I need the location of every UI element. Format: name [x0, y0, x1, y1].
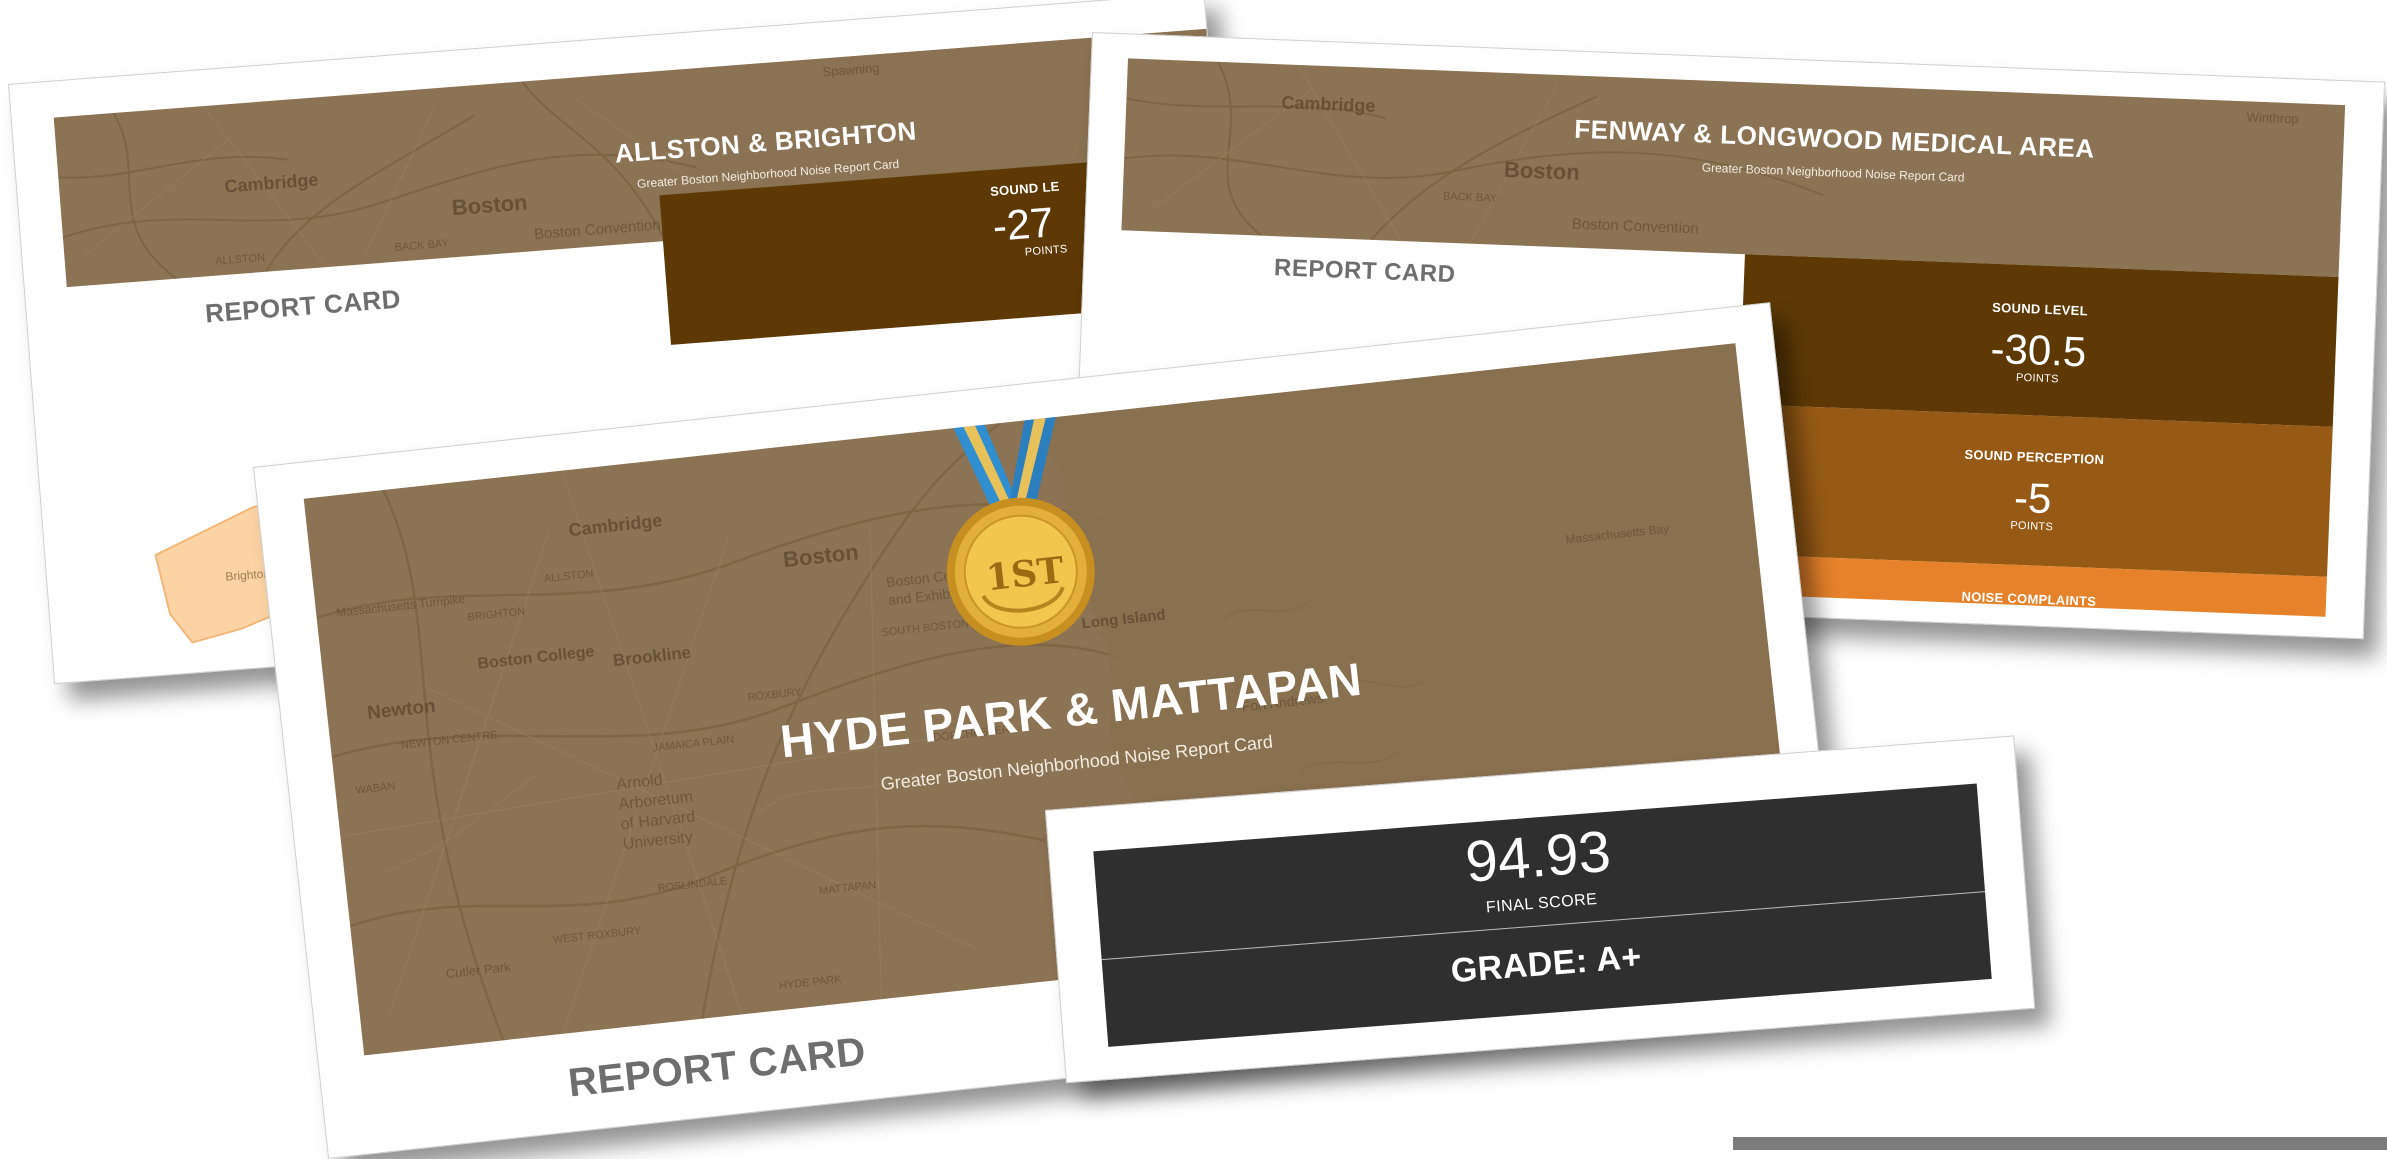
fenway-map-label-winthrop: Winthrop: [2246, 109, 2299, 127]
first-place-medal-icon: [946, 406, 1095, 646]
fenway-sound-perception-panel: SOUND PERCEPTION -5 POINTS: [1733, 404, 2333, 577]
allston-sound-level-label: SOUND LE: [989, 178, 1061, 199]
bottom-gray-bar: [1733, 1137, 2387, 1150]
allston-report-card-label: REPORT CARD: [204, 283, 402, 329]
hyde-park-report-card-label: REPORT CARD: [566, 1029, 868, 1106]
fenway-sound-level-panel: SOUND LEVEL -30.5 POINTS: [1739, 254, 2339, 427]
final-score-panel: 94.93 FINAL SCORE GRADE: A+: [1093, 783, 1992, 1047]
fenway-map-label-back-bay: BACK BAY: [1442, 190, 1498, 205]
fenway-banner: Cambridge Boston BACK BAY Boston Convent…: [1121, 58, 2346, 278]
allston-sound-level-value: -27: [991, 198, 1056, 250]
fenway-report-card-label: REPORT CARD: [1273, 254, 1456, 289]
medal-rank-label: 1ST: [984, 549, 1066, 600]
